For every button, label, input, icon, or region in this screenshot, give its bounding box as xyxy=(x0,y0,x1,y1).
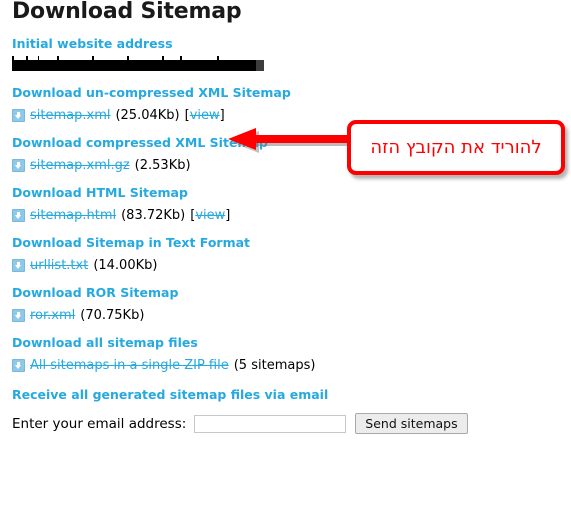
annotation-left-arrow-icon xyxy=(228,126,351,153)
section-xml-uncompressed: Download un-compressed XML Sitemap sitem… xyxy=(12,85,452,124)
section-heading: Download all sitemap files xyxy=(12,335,198,350)
content-column: Initial website address Download un-comp… xyxy=(12,36,468,434)
download-icon[interactable] xyxy=(12,159,25,172)
file-link-all-zip[interactable]: All sitemaps in a single ZIP file xyxy=(30,357,229,374)
view-link[interactable]: view xyxy=(195,208,225,223)
email-row: Enter your email address: Send sitemaps xyxy=(12,413,468,434)
file-size: (25.04Kb) xyxy=(115,108,180,123)
bracket-close: ] xyxy=(219,108,225,123)
file-size: (14.00Kb) xyxy=(93,258,158,273)
initial-address-heading: Initial website address xyxy=(12,36,173,51)
file-link-sitemap-xml[interactable]: sitemap.xml xyxy=(30,107,110,124)
file-row: All sitemaps in a single ZIP file (5 sit… xyxy=(12,357,452,374)
section-ror-sitemap: Download ROR Sitemap ror.xml (70.75Kb) xyxy=(12,285,452,324)
section-html-sitemap: Download HTML Sitemap sitemap.html (83.7… xyxy=(12,185,452,224)
redacted-url xyxy=(12,56,452,74)
arrow-shaft-shadow xyxy=(257,143,351,146)
annotation-text: להוריד את הקובץ הזה xyxy=(370,137,542,158)
email-label: Enter your email address: xyxy=(12,415,187,432)
download-icon[interactable] xyxy=(12,209,25,222)
annotation-callout-box: להוריד את הקובץ הזה xyxy=(347,120,565,175)
file-row: ror.xml (70.75Kb) xyxy=(12,307,452,324)
section-all-files: Download all sitemap files All sitemaps … xyxy=(12,335,452,374)
file-link-ror-xml[interactable]: ror.xml xyxy=(30,307,75,324)
email-input[interactable] xyxy=(194,414,347,433)
arrow-head xyxy=(228,128,256,150)
send-sitemaps-button[interactable]: Send sitemaps xyxy=(355,413,468,434)
section-heading: Download un-compressed XML Sitemap xyxy=(12,85,291,100)
page-root: Download Sitemap Initial website address… xyxy=(0,0,571,512)
email-heading: Receive all generated sitemap files via … xyxy=(12,387,329,402)
download-icon[interactable] xyxy=(12,259,25,272)
page-title: Download Sitemap xyxy=(12,0,242,24)
file-size: (83.72Kb) xyxy=(121,208,186,223)
arrow-shaft xyxy=(254,135,348,143)
file-link-urllist-txt[interactable]: urllist.txt xyxy=(30,257,88,274)
download-icon[interactable] xyxy=(12,309,25,322)
initial-address-block: Initial website address xyxy=(12,36,452,74)
section-text-sitemap: Download Sitemap in Text Format urllist.… xyxy=(12,235,452,274)
download-icon[interactable] xyxy=(12,359,25,372)
file-row: sitemap.html (83.72Kb) [view] xyxy=(12,207,452,224)
file-size: (2.53Kb) xyxy=(134,158,191,173)
download-icon[interactable] xyxy=(12,109,25,122)
view-wrapper: [view] xyxy=(185,107,225,124)
section-heading: Download HTML Sitemap xyxy=(12,185,188,200)
redaction-bar xyxy=(12,56,264,71)
section-heading: Download ROR Sitemap xyxy=(12,285,179,300)
email-section: Receive all generated sitemap files via … xyxy=(12,387,468,434)
section-heading: Download Sitemap in Text Format xyxy=(12,235,251,250)
bracket-close: ] xyxy=(225,208,231,223)
file-row: urllist.txt (14.00Kb) xyxy=(12,257,452,274)
file-link-sitemap-html[interactable]: sitemap.html xyxy=(30,207,116,224)
view-wrapper: [view] xyxy=(190,207,230,224)
file-size: (70.75Kb) xyxy=(80,308,145,323)
file-size: (5 sitemaps) xyxy=(233,358,316,373)
view-link[interactable]: view xyxy=(190,108,220,123)
file-link-sitemap-xml-gz[interactable]: sitemap.xml.gz xyxy=(30,157,130,174)
